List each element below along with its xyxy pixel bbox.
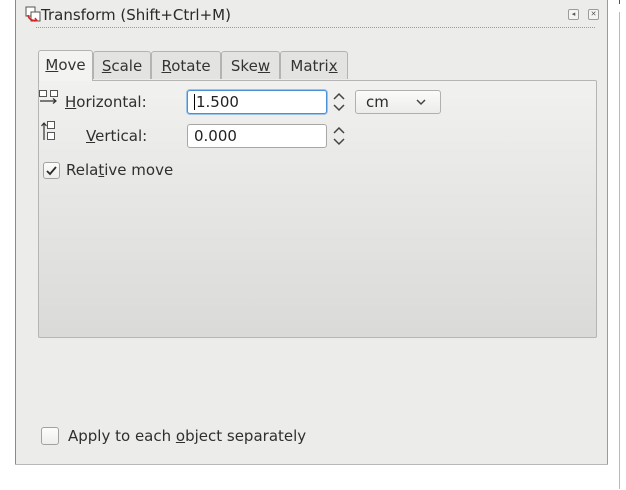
horizontal-move-icon bbox=[39, 90, 58, 104]
tab-rotate[interactable]: Rotate bbox=[151, 51, 221, 79]
close-icon[interactable]: ✕ bbox=[588, 9, 599, 20]
relative-move-label[interactable]: Relative move bbox=[66, 161, 173, 179]
unit-select[interactable]: cm bbox=[355, 90, 441, 114]
vertical-input[interactable]: 0.000 bbox=[187, 124, 327, 148]
tab-scale[interactable]: Scale bbox=[93, 51, 151, 79]
vertical-label: Vertical: bbox=[86, 127, 148, 145]
transform-icon bbox=[25, 6, 41, 22]
move-tab-panel bbox=[38, 80, 597, 338]
tab-matrix[interactable]: Matrix bbox=[280, 51, 348, 79]
vertical-spin-icon[interactable] bbox=[330, 124, 348, 148]
dialog-titlebar[interactable]: Transform (Shift+Ctrl+M) ◂ ✕ bbox=[16, 0, 607, 29]
horizontal-input[interactable]: 1.500 bbox=[187, 90, 327, 114]
dialog-bottom-edge bbox=[15, 464, 608, 490]
tab-skew[interactable]: Skew bbox=[221, 51, 280, 79]
horizontal-spin-icon[interactable] bbox=[330, 90, 348, 114]
apply-separately-label[interactable]: Apply to each object separately bbox=[68, 427, 306, 445]
horizontal-label: Horizontal: bbox=[65, 93, 147, 111]
dialog-title: Transform (Shift+Ctrl+M) bbox=[41, 6, 231, 24]
adjacent-panel-edge bbox=[608, 0, 626, 489]
relative-move-checkbox[interactable] bbox=[43, 162, 60, 179]
restore-icon[interactable]: ◂ bbox=[568, 9, 579, 20]
transform-dialog: Transform (Shift+Ctrl+M) ◂ ✕ Move Scale … bbox=[15, 0, 608, 489]
chevron-down-icon bbox=[416, 99, 426, 106]
check-icon bbox=[46, 166, 57, 176]
vertical-move-icon bbox=[41, 121, 55, 140]
apply-separately-checkbox[interactable] bbox=[41, 427, 59, 445]
title-separator bbox=[36, 27, 595, 28]
tab-move[interactable]: Move bbox=[38, 50, 93, 81]
